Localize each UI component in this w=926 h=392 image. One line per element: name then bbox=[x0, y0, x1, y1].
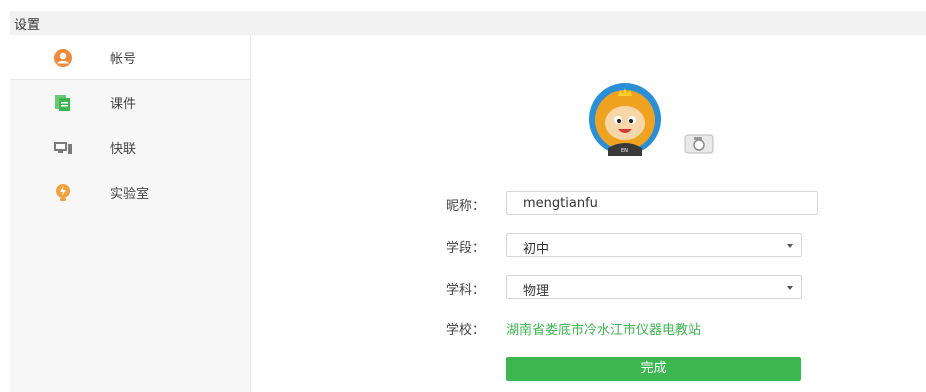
camera-icon[interactable] bbox=[684, 134, 714, 154]
settings-window: 设置 帐号 课件 快联 实验室 EN 昵称： mengtianfu 学段： 初中… bbox=[0, 0, 926, 392]
avatar[interactable]: EN bbox=[588, 82, 718, 156]
school-label: 学校： bbox=[446, 323, 486, 338]
subject-label: 学科： bbox=[446, 283, 486, 298]
stage-select-value: 初中 bbox=[523, 242, 550, 257]
sidebar-item-quicklink[interactable]: 快联 bbox=[10, 125, 250, 169]
school-value: 湖南省娄底市冷水江市仪器电教站 bbox=[506, 323, 702, 338]
lightbulb-icon bbox=[53, 183, 73, 203]
stage-label: 学段： bbox=[446, 241, 486, 256]
page-title: 设置 bbox=[14, 18, 41, 33]
sidebar-item-courseware[interactable]: 课件 bbox=[10, 80, 250, 124]
sidebar-item-label: 帐号 bbox=[110, 52, 137, 67]
monitor-link-icon bbox=[53, 138, 73, 158]
done-button[interactable]: 完成 bbox=[506, 357, 801, 381]
subject-select[interactable]: 物理 bbox=[506, 275, 802, 299]
sidebar-item-label: 课件 bbox=[110, 97, 137, 112]
sidebar-item-account[interactable]: 帐号 bbox=[10, 35, 250, 80]
sidebar: 帐号 课件 快联 实验室 bbox=[10, 35, 251, 392]
title-bar: 设置 bbox=[10, 11, 926, 35]
subject-select-value: 物理 bbox=[523, 284, 550, 299]
courseware-icon bbox=[53, 93, 73, 113]
svg-text:EN: EN bbox=[621, 148, 628, 154]
nickname-input[interactable] bbox=[506, 191, 818, 215]
chevron-down-icon bbox=[787, 286, 793, 290]
stage-select[interactable]: 初中 bbox=[506, 233, 802, 257]
sidebar-item-label: 实验室 bbox=[110, 187, 150, 202]
sidebar-item-lab[interactable]: 实验室 bbox=[10, 170, 250, 214]
chevron-down-icon bbox=[787, 244, 793, 248]
nickname-label: 昵称： bbox=[446, 199, 486, 214]
user-circle-icon bbox=[53, 48, 73, 68]
sidebar-item-label: 快联 bbox=[110, 142, 137, 157]
